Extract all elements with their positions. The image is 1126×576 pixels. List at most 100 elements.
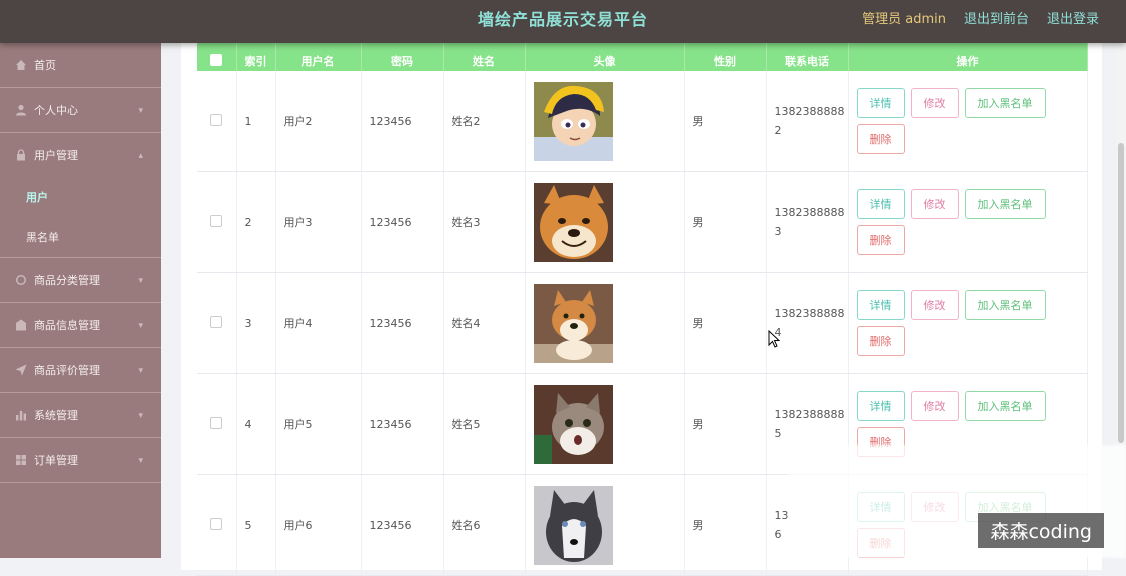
sidebar-item-user-management[interactable]: 用户管理 ▴ — [0, 133, 161, 177]
detail-button[interactable]: 详情 — [856, 391, 905, 421]
cell-password: 123456 — [361, 171, 444, 273]
sidebar-item-reviews[interactable]: 商品评价管理 ▾ — [0, 348, 161, 393]
cell-avatar — [525, 474, 685, 576]
bar-chart-icon — [14, 408, 28, 422]
column-header-password[interactable]: 密码 — [361, 40, 444, 71]
scrollbar-thumb[interactable] — [1118, 143, 1124, 443]
delete-button[interactable]: 删除 — [856, 225, 905, 255]
chevron-down-icon: ▾ — [138, 106, 143, 116]
select-all-checkbox[interactable] — [197, 40, 237, 71]
chevron-down-icon: ▾ — [138, 366, 143, 376]
detail-button[interactable]: 详情 — [856, 88, 905, 118]
logout-link[interactable]: 退出登录 — [1047, 0, 1099, 40]
cell-password: 123456 — [361, 272, 444, 374]
edit-button[interactable]: 修改 — [910, 88, 959, 118]
row-checkbox[interactable] — [197, 272, 237, 374]
column-header-index[interactable]: 索引 — [236, 40, 276, 71]
edit-button[interactable]: 修改 — [910, 290, 959, 320]
cell-avatar — [525, 373, 685, 475]
cell-sex: 男 — [684, 474, 767, 576]
cell-username: 用户3 — [275, 171, 362, 273]
chevron-down-icon: ▾ — [138, 456, 143, 466]
phone-part: 13 — [774, 509, 789, 522]
user-icon — [14, 103, 28, 117]
mouse-cursor-icon — [768, 330, 780, 348]
edit-button[interactable]: 修改 — [910, 189, 959, 219]
avatar-cartoon-boy[interactable] — [533, 81, 613, 161]
cell-name: 姓名6 — [443, 474, 526, 576]
cell-name: 姓名3 — [443, 171, 526, 273]
sidebar-item-system[interactable]: 系统管理 ▾ — [0, 393, 161, 438]
detail-button[interactable]: 详情 — [856, 189, 905, 219]
column-header-avatar[interactable]: 头像 — [525, 40, 685, 71]
chevron-down-icon: ▾ — [138, 411, 143, 421]
sidebar-item-profile[interactable]: 个人中心 ▾ — [0, 88, 161, 133]
row-checkbox[interactable] — [197, 71, 237, 172]
row-checkbox[interactable] — [197, 373, 237, 475]
sidebar-item-label: 个人中心 — [34, 104, 78, 117]
sidebar-item-label: 商品分类管理 — [34, 274, 100, 287]
watermark: 森森coding — [978, 513, 1104, 548]
avatar-shiba-smile[interactable] — [533, 182, 613, 262]
delete-button[interactable]: 删除 — [856, 124, 905, 154]
top-bar-actions: 管理员 admin 退出到前台 退出登录 — [862, 0, 1099, 40]
avatar-shiba-sit[interactable] — [533, 283, 613, 363]
chevron-down-icon: ▾ — [138, 321, 143, 331]
chevron-down-icon: ▾ — [138, 276, 143, 286]
lock-icon — [14, 148, 28, 162]
sidebar-item-product-info[interactable]: 商品信息管理 ▾ — [0, 303, 161, 348]
sidebar-item-label: 商品信息管理 — [34, 319, 100, 332]
row-checkbox[interactable] — [197, 474, 237, 576]
detail-button[interactable]: 详情 — [856, 290, 905, 320]
add-to-blacklist-button[interactable]: 加入黑名单 — [964, 391, 1046, 421]
sidebar-item-label: 系统管理 — [34, 409, 78, 422]
sidebar-item-label: 首页 — [34, 59, 56, 72]
cell-index: 5 — [236, 474, 276, 576]
cell-phone: 1382388888 3 — [766, 171, 849, 273]
delete-button[interactable]: 删除 — [856, 326, 905, 356]
send-icon — [14, 363, 28, 377]
cell-name: 姓名4 — [443, 272, 526, 374]
column-header-actions: 操作 — [848, 40, 1088, 71]
cell-sex: 男 — [684, 373, 767, 475]
cell-actions: 详情 修改 加入黑名单 删除 — [848, 272, 1088, 374]
building-icon — [14, 318, 28, 332]
sidebar-item-category[interactable]: 商品分类管理 ▾ — [0, 258, 161, 303]
column-header-username[interactable]: 用户名 — [275, 40, 362, 71]
back-to-front-link[interactable]: 退出到前台 — [964, 0, 1029, 40]
refresh-icon — [14, 273, 28, 287]
sidebar-item-home[interactable]: 首页 — [0, 43, 161, 88]
cell-password: 123456 — [361, 474, 444, 576]
table-header-row: 索引 用户名 密码 姓名 头像 性别 联系电话 操作 — [197, 40, 1088, 71]
grid-icon — [14, 453, 28, 467]
avatar-husky[interactable] — [533, 485, 613, 565]
sidebar-item-label: 商品评价管理 — [34, 364, 100, 377]
column-header-sex[interactable]: 性别 — [684, 40, 767, 71]
home-icon — [14, 58, 28, 72]
table-row: 3 用户4 123456 姓名4 男 1382388888 4 详情 修改 加入… — [197, 272, 1088, 374]
add-to-blacklist-button[interactable]: 加入黑名单 — [964, 88, 1046, 118]
add-to-blacklist-button[interactable]: 加入黑名单 — [964, 189, 1046, 219]
cell-phone: 1382388888 2 — [766, 71, 849, 172]
phone-part: 6 — [774, 528, 782, 541]
row-checkbox[interactable] — [197, 171, 237, 273]
cell-phone: 1382388888 4 — [766, 272, 849, 374]
add-to-blacklist-button[interactable]: 加入黑名单 — [964, 290, 1046, 320]
sidebar-subitem-blacklist[interactable]: 黑名单 — [0, 217, 161, 258]
sidebar-item-orders[interactable]: 订单管理 ▾ — [0, 438, 161, 483]
phone-part: 2 — [774, 124, 782, 137]
cell-username: 用户2 — [275, 71, 362, 172]
cell-name: 姓名2 — [443, 71, 526, 172]
phone-part: 1382388888 — [774, 408, 845, 421]
column-header-phone[interactable]: 联系电话 — [766, 40, 849, 71]
column-header-name[interactable]: 姓名 — [443, 40, 526, 71]
sidebar-subitem-users[interactable]: 用户 — [0, 177, 161, 217]
phone-part: 1382388888 — [774, 105, 845, 118]
cell-index: 3 — [236, 272, 276, 374]
phone-part: 5 — [774, 427, 782, 440]
cell-username: 用户4 — [275, 272, 362, 374]
cell-index: 4 — [236, 373, 276, 475]
edit-button[interactable]: 修改 — [910, 391, 959, 421]
avatar-cat-surprised[interactable] — [533, 384, 613, 464]
cell-password: 123456 — [361, 71, 444, 172]
